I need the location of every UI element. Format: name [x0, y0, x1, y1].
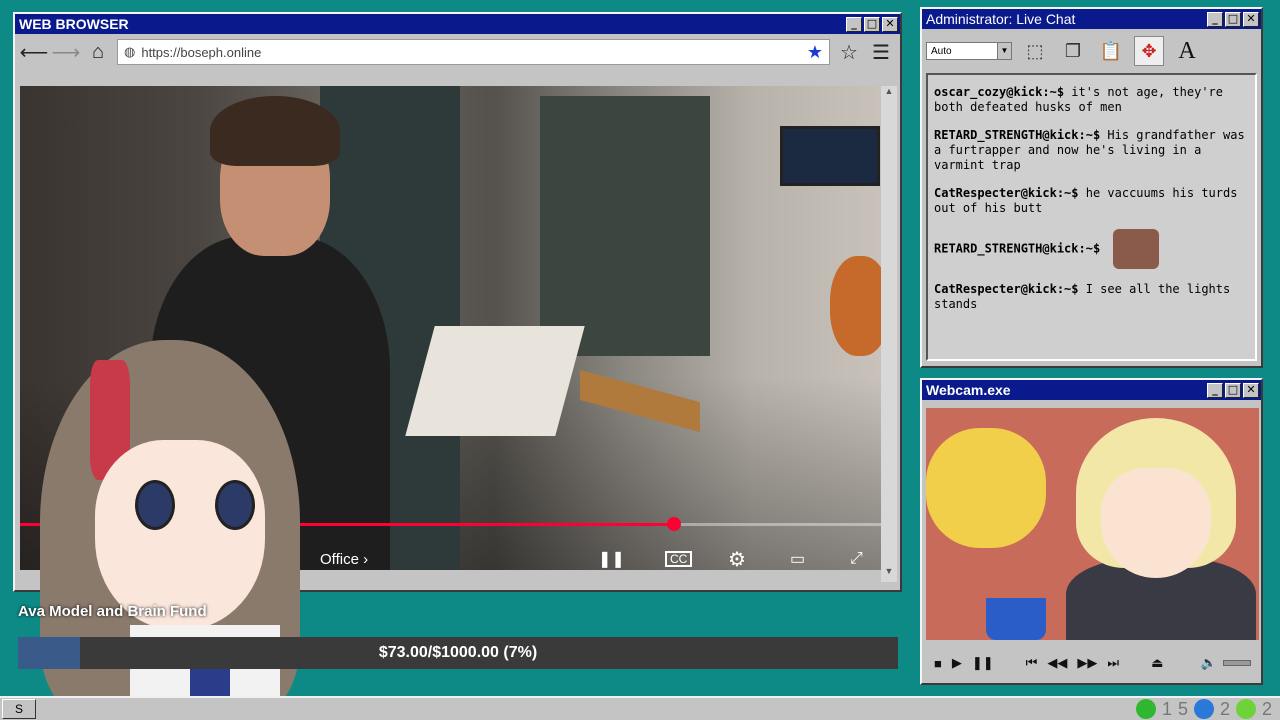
moon-icon[interactable] [1193, 699, 1214, 719]
start-button[interactable]: S [2, 699, 36, 719]
video-scrubber-knob[interactable] [667, 517, 682, 531]
paste-icon[interactable]: 📋 [1096, 36, 1126, 66]
chat-title: Administrator: Live Chat [926, 11, 1076, 27]
webcam-feed [926, 408, 1259, 640]
play-icon[interactable]: ▶ [952, 655, 962, 671]
chat-username: CatRespecter@kick:~$ [934, 186, 1079, 200]
tray-value: 5 [1177, 698, 1188, 719]
font-icon[interactable]: A [1172, 36, 1202, 66]
pause-icon[interactable]: ❚❚ [598, 548, 625, 570]
taskbar: S 1 5 2 2 [0, 696, 1280, 720]
maximize-button[interactable]: □ [1225, 382, 1241, 398]
close-button[interactable]: ✕ [1243, 382, 1259, 398]
webcam-titlebar[interactable]: Webcam.exe _ □ ✕ [922, 380, 1261, 400]
chat-toolbar: Auto ▼ ⬚ ❐ 📋 ✥ A [922, 29, 1261, 73]
forward-arrow-icon[interactable]: ⟶ [52, 39, 81, 65]
video-scene-monitor [780, 126, 880, 186]
volume-slider[interactable] [1223, 660, 1251, 666]
maximize-button[interactable]: □ [864, 16, 880, 32]
close-button[interactable]: ✕ [1243, 11, 1259, 27]
theater-icon[interactable]: ▭ [790, 548, 805, 570]
play-circle-icon[interactable] [1235, 699, 1256, 719]
video-scene-cabinet [540, 96, 710, 356]
maximize-button[interactable]: □ [1225, 11, 1241, 27]
chat-username: RETARD_STRENGTH@kick:~$ [934, 241, 1101, 256]
webcam-window: Webcam.exe _ □ ✕ ■ ▶ ❚❚ ⏮ ◀◀ ▶▶ ⏭ ⏏ 🔈 [920, 378, 1263, 685]
back-arrow-icon[interactable]: ⟵ [20, 39, 49, 65]
scroll-down-arrow-icon[interactable]: ▼ [881, 566, 897, 582]
system-tray: 1 5 2 2 [1135, 698, 1280, 720]
fast-forward-icon[interactable]: ▶▶ [1077, 655, 1097, 671]
settings-icon[interactable]: ⚙ [728, 548, 746, 571]
chat-username: CatRespecter@kick:~$ [934, 282, 1079, 296]
address-bar[interactable]: ◍ https://boseph.online ★ [117, 39, 830, 65]
font-size-value: Auto [931, 45, 952, 57]
laughing-emote-icon [1113, 229, 1160, 269]
media-controls: ■ ▶ ❚❚ ⏮ ◀◀ ▶▶ ⏭ ⏏ 🔈 [926, 648, 1259, 678]
favorites-star-icon[interactable]: ☆ [836, 39, 862, 65]
volume-icon[interactable]: 🔈 [1201, 655, 1217, 671]
font-size-dropdown[interactable]: Auto ▼ [926, 42, 1012, 60]
browser-title: WEB BROWSER [19, 16, 129, 32]
webcam-title: Webcam.exe [926, 382, 1011, 398]
home-icon[interactable]: ⌂ [85, 39, 111, 65]
fullscreen-icon[interactable]: ⤢ [850, 548, 863, 570]
copy-icon[interactable]: ❐ [1058, 36, 1088, 66]
tray-value: 2 [1219, 698, 1230, 719]
kick-icon[interactable] [1135, 699, 1156, 719]
tray-value: 2 [1261, 698, 1272, 719]
minimize-button[interactable]: _ [846, 16, 862, 32]
stop-icon[interactable]: ■ [934, 656, 942, 671]
fund-title: Ava Model and Brain Fund [18, 603, 207, 620]
chat-window: Administrator: Live Chat _ □ ✕ Auto ▼ ⬚ … [920, 7, 1263, 368]
minimize-button[interactable]: _ [1207, 382, 1223, 398]
globe-icon: ◍ [124, 44, 136, 59]
chat-username: RETARD_STRENGTH@kick:~$ [934, 128, 1101, 142]
chat-titlebar[interactable]: Administrator: Live Chat _ □ ✕ [922, 9, 1261, 29]
close-button[interactable]: ✕ [882, 16, 898, 32]
video-scene-guitar [830, 256, 881, 356]
chat-message: CatRespecter@kick:~$ he vaccuums his tur… [934, 186, 1249, 216]
move-icon[interactable]: ✥ [1134, 36, 1164, 66]
chat-message: RETARD_STRENGTH@kick:~$ His grandfather … [934, 128, 1249, 173]
browser-titlebar[interactable]: WEB BROWSER _ □ ✕ [15, 14, 900, 34]
chat-username: oscar_cozy@kick:~$ [934, 85, 1065, 99]
skip-back-icon[interactable]: ⏮ [1026, 655, 1038, 671]
url-text[interactable]: https://boseph.online [141, 45, 801, 60]
fund-progress-bar: $73.00/$1000.00 (7%) [18, 637, 898, 669]
scroll-up-arrow-icon[interactable]: ▲ [881, 86, 897, 102]
cc-icon[interactable]: CC [665, 551, 693, 567]
skip-forward-icon[interactable]: ⏭ [1107, 655, 1119, 671]
tray-value: 1 [1161, 698, 1172, 719]
pause-icon[interactable]: ❚❚ [972, 655, 994, 671]
chat-log[interactable]: oscar_cozy@kick:~$ it's not age, they're… [926, 73, 1257, 361]
vertical-scrollbar[interactable]: ▲ ▼ [881, 86, 897, 582]
chevron-down-icon[interactable]: ▼ [997, 43, 1011, 59]
bookmark-star-icon[interactable]: ★ [807, 42, 823, 63]
minimize-button[interactable]: _ [1207, 11, 1223, 27]
select-icon[interactable]: ⬚ [1020, 36, 1050, 66]
browser-navbar: ⟵ ⟶ ⌂ ◍ https://boseph.online ★ ☆ ☰ [15, 34, 900, 70]
chat-message: oscar_cozy@kick:~$ it's not age, they're… [934, 85, 1249, 115]
rewind-icon[interactable]: ◀◀ [1047, 655, 1067, 671]
chat-message: RETARD_STRENGTH@kick:~$ [934, 229, 1249, 269]
eject-icon[interactable]: ⏏ [1151, 655, 1163, 671]
chat-message: CatRespecter@kick:~$ I see all the light… [934, 282, 1249, 312]
video-scene-sink [405, 326, 585, 436]
fund-amount-text: $73.00/$1000.00 (7%) [378, 644, 538, 661]
start-label: S [14, 702, 23, 716]
video-scene-bench [580, 369, 700, 433]
menu-hamburger-icon[interactable]: ☰ [868, 39, 894, 65]
